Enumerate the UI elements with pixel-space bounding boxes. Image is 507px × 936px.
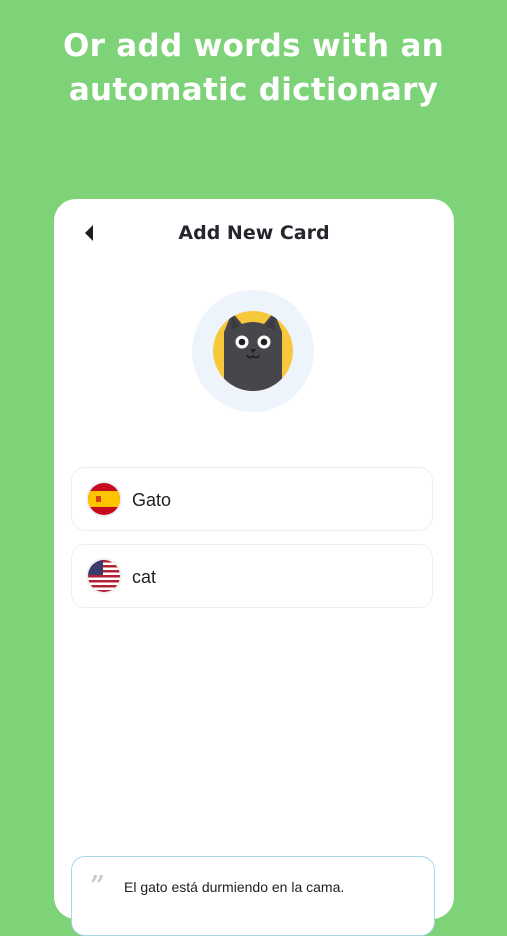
translation-value: cat bbox=[132, 567, 157, 587]
example-sentence-text: El gato está durmiendo en la cama. bbox=[124, 879, 345, 895]
card-image-picker[interactable] bbox=[192, 290, 314, 412]
quote-icon: ” bbox=[90, 871, 105, 901]
usa-flag-icon bbox=[88, 560, 120, 592]
add-card-screen: Add New Card Gato cat ” El gato está dur… bbox=[54, 199, 454, 936]
promo-headline-line-1: Or add words with an bbox=[62, 28, 445, 64]
promo-headline-line-2: automatic dictionary bbox=[68, 72, 439, 108]
foreign-word-field[interactable]: Gato bbox=[71, 467, 433, 531]
foreign-word-value: Gato bbox=[132, 490, 172, 510]
promo-headline: Or add words with an automatic dictionar… bbox=[0, 24, 507, 112]
black-cat-icon bbox=[213, 311, 293, 391]
example-sentence-field[interactable]: ” El gato está durmiendo en la cama. bbox=[71, 856, 435, 936]
translation-field[interactable]: cat bbox=[71, 544, 433, 608]
page-title: Add New Card bbox=[178, 222, 330, 244]
spain-flag-icon bbox=[88, 483, 120, 515]
